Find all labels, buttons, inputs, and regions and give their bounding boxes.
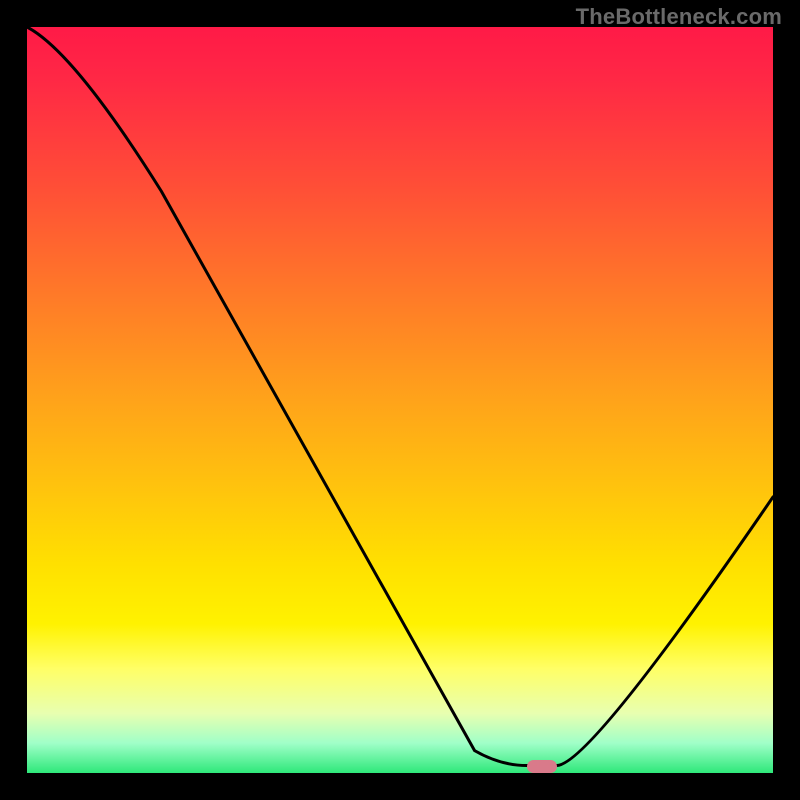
chart-container: TheBottleneck.com bbox=[0, 0, 800, 800]
curve-svg bbox=[27, 27, 773, 773]
plot-area bbox=[27, 27, 773, 773]
bottleneck-curve-path bbox=[27, 27, 773, 766]
optimum-marker bbox=[527, 760, 557, 773]
